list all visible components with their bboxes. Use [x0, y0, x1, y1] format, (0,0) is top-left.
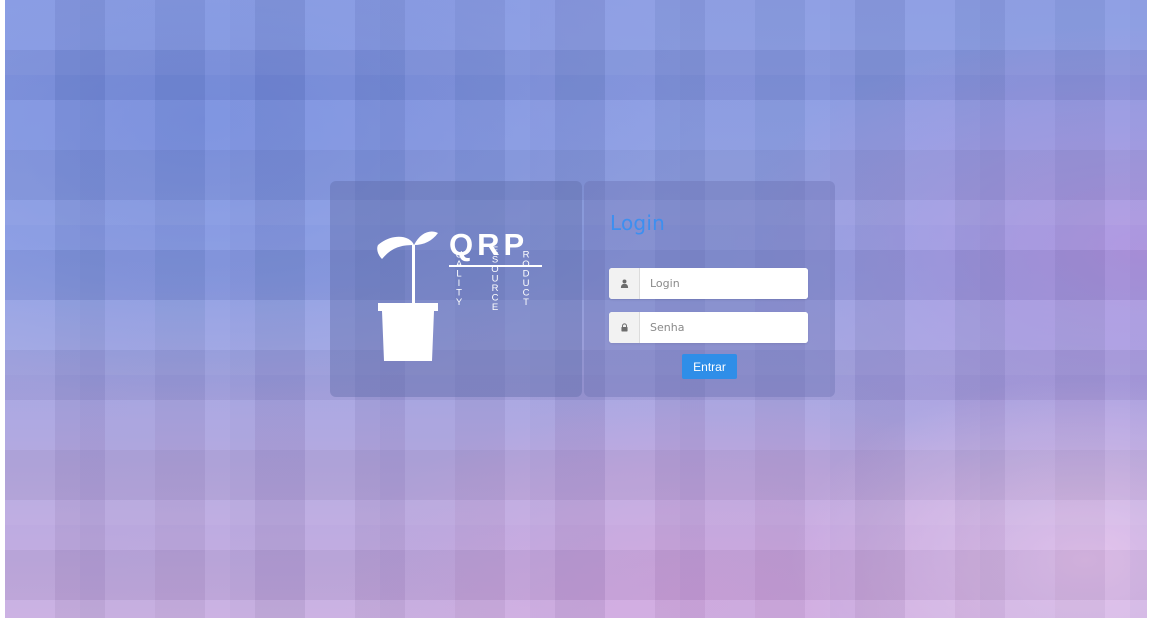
brand-word-roduct: RODUCT — [521, 250, 532, 307]
password-field-group — [609, 312, 808, 343]
brand-word-uality: UALITY — [454, 250, 465, 307]
brand-word-esource: ESOURCE — [490, 245, 501, 312]
lock-icon — [609, 312, 640, 343]
login-input[interactable] — [640, 268, 808, 299]
lock-icon-glyph — [620, 323, 628, 332]
brand-panel: QRP UALITY ESOURCE RODUCT — [330, 181, 582, 397]
submit-button[interactable]: Entrar — [682, 354, 737, 379]
login-title: Login — [610, 211, 665, 235]
login-panel: Login Entrar — [584, 181, 835, 397]
qrp-logo: QRP UALITY ESOURCE RODUCT — [377, 227, 542, 361]
user-icon-glyph — [620, 279, 628, 288]
background: QRP UALITY ESOURCE RODUCT Login Login En… — [5, 0, 1147, 618]
seedling-icon — [377, 231, 438, 361]
password-input[interactable] — [640, 312, 808, 343]
login-field-group — [609, 268, 808, 299]
user-icon — [609, 268, 640, 299]
